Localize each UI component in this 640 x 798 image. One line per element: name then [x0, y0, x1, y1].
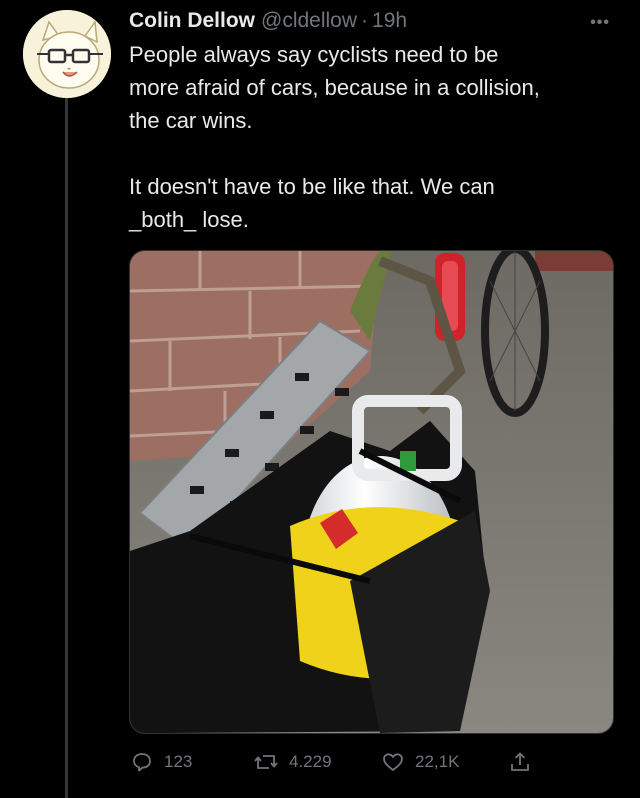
like-button[interactable]: 22,1K	[381, 750, 459, 774]
share-icon	[511, 752, 529, 771]
timestamp[interactable]: 19h	[372, 6, 407, 36]
tweet-text: People always say cyclists need to be mo…	[129, 42, 540, 232]
more-horizontal-icon[interactable]: •••	[590, 14, 610, 32]
tweet-header: Colin Dellow @cldellow · 19h	[129, 6, 619, 36]
avatar-cat-glasses-image	[23, 10, 111, 98]
reply-icon	[133, 753, 151, 772]
avatar[interactable]	[23, 10, 111, 98]
reply-button[interactable]: 123	[130, 750, 192, 774]
retweet-icon	[254, 755, 278, 769]
author-handle[interactable]: @cldellow	[261, 6, 357, 36]
tweet-body: Colin Dellow @cldellow · 19h People alwa…	[129, 6, 619, 236]
retweet-count: 4.229	[289, 752, 332, 771]
retweet-button[interactable]: 4.229	[253, 750, 332, 774]
separator-dot: ·	[361, 9, 369, 32]
tweet-photo[interactable]	[129, 250, 614, 734]
reply-count: 123	[164, 752, 193, 771]
like-icon	[383, 753, 403, 771]
share-button[interactable]	[508, 750, 532, 774]
author-name[interactable]: Colin Dellow	[129, 6, 255, 36]
photo-bike-propane-tank	[130, 251, 613, 733]
like-count: 22,1K	[415, 752, 460, 771]
thread-line	[65, 98, 68, 798]
tweet-actions: 123 4.229 22,1K	[130, 744, 550, 780]
